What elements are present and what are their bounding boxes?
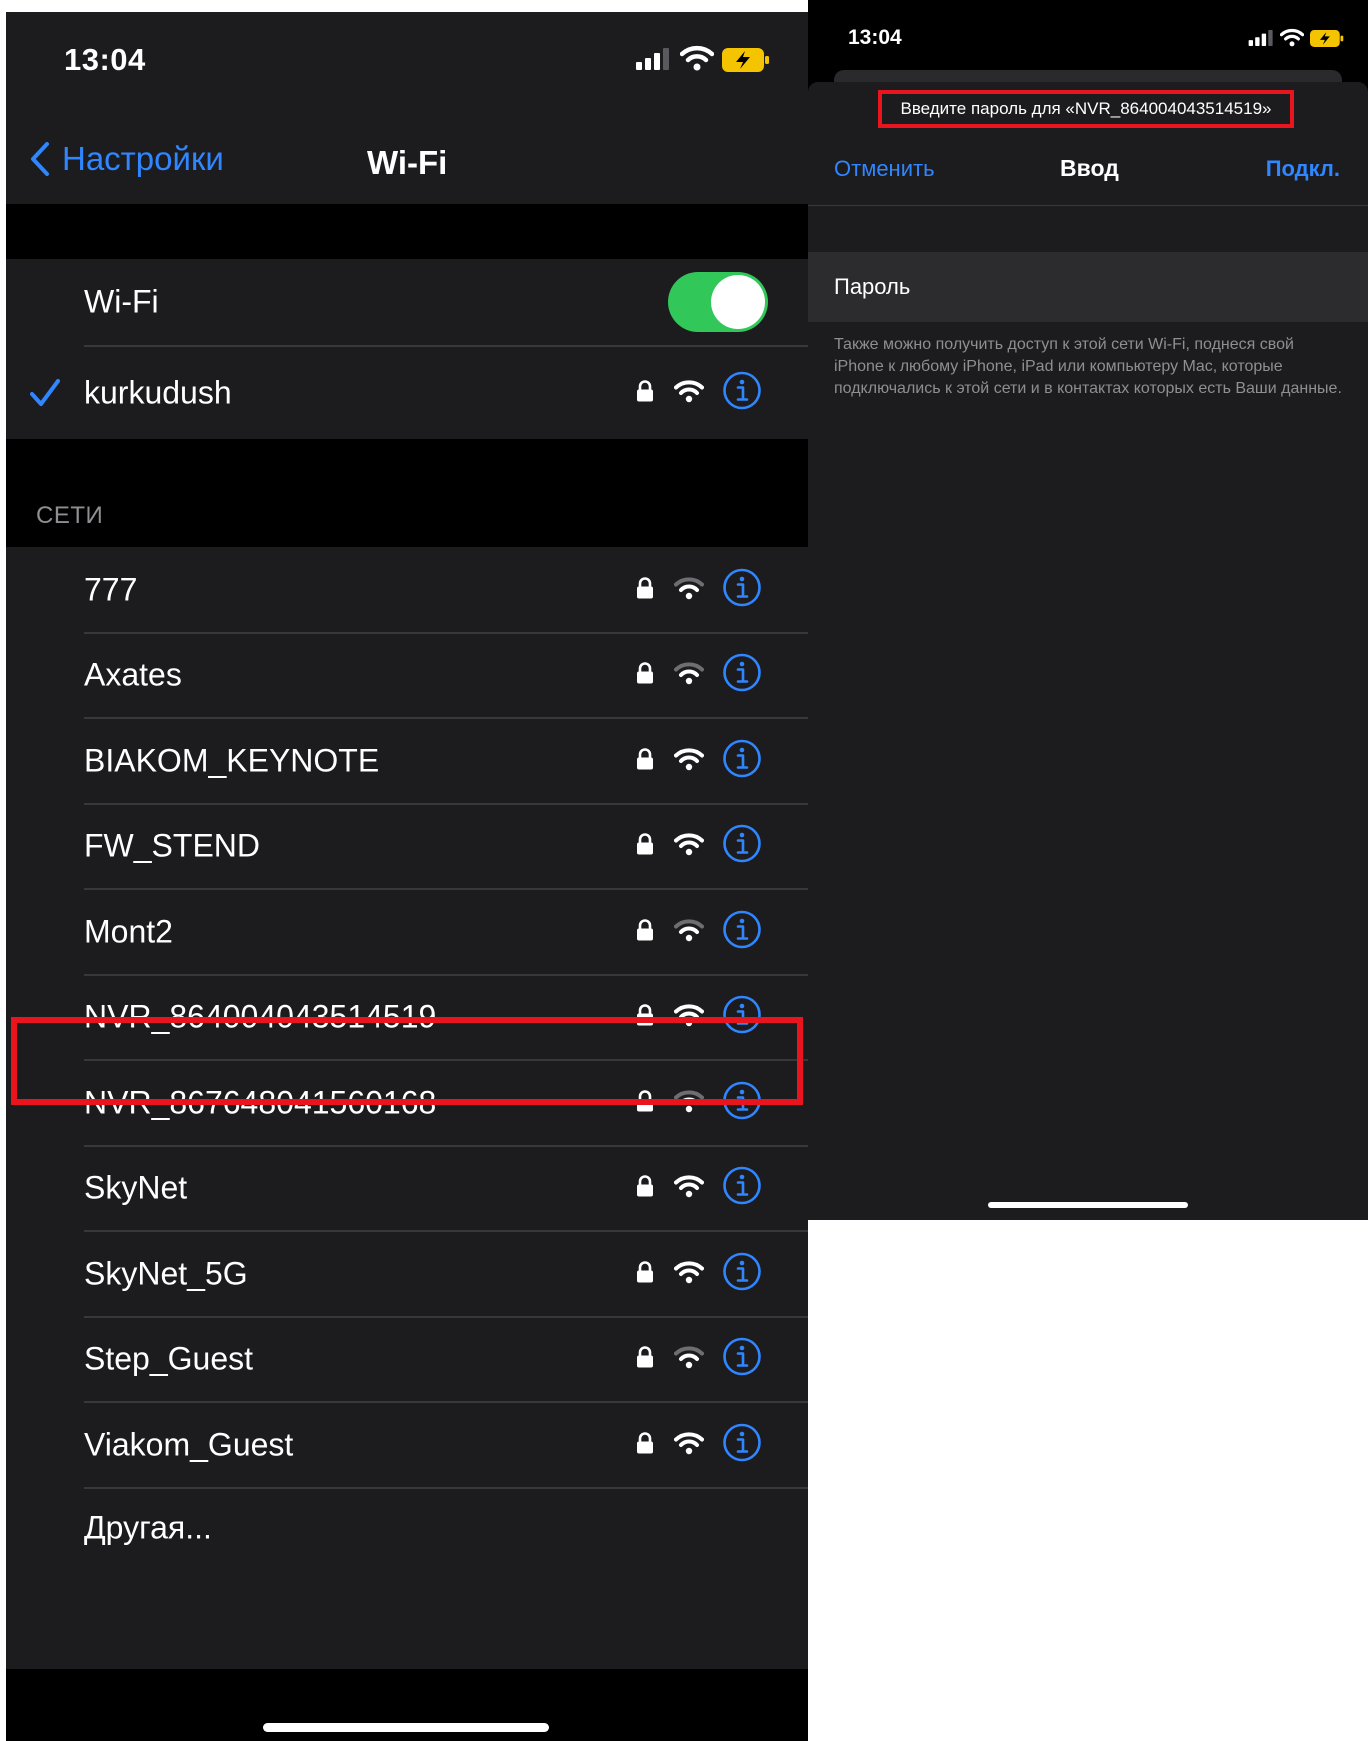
info-icon[interactable] [722,1422,762,1467]
wifi-signal-icon [674,1430,704,1459]
password-row: Пароль [808,252,1368,322]
network-name: Viakom_Guest [84,1426,294,1463]
network-name: Mont2 [84,913,173,950]
network-name: 777 [84,571,138,608]
sheet-title: Ввод [1060,155,1119,181]
info-icon[interactable] [722,653,762,698]
wifi-toggle-row: Wi-Fi [6,259,808,345]
status-time: 13:04 [64,42,146,77]
network-row[interactable]: Mont2 [6,889,808,975]
lock-icon [636,1004,654,1031]
lock-icon [636,747,654,774]
wifi-status-icon [1279,28,1305,52]
info-icon[interactable] [722,567,762,612]
network-name: NVR_864004043514519 [84,998,437,1035]
share-password-hint: Также можно получить доступ к этой сети … [834,336,1342,397]
other-network-label: Другая... [84,1509,212,1545]
lock-icon [636,380,654,407]
wifi-signal-icon [674,746,704,775]
info-icon[interactable] [722,1337,762,1382]
lock-icon [636,1175,654,1202]
battery-charging-icon [722,48,770,77]
wifi-status-icon [679,45,715,76]
password-entry-screen: 13:04 Введите пароль для «NVR_8640040435… [808,0,1368,1220]
network-row[interactable]: SkyNet [6,1146,808,1232]
lock-icon [636,1346,654,1373]
network-row[interactable]: Axates [6,633,808,719]
home-indicator [988,1202,1188,1208]
info-icon[interactable] [722,1166,762,1211]
toggle-knob [711,275,765,329]
network-name: NVR_867648041560168 [84,1084,437,1121]
lock-icon [636,576,654,603]
lock-icon [636,1260,654,1287]
info-icon[interactable] [722,738,762,783]
wifi-signal-icon [674,1345,704,1374]
info-icon[interactable] [722,371,762,416]
info-icon[interactable] [722,824,762,869]
lock-icon [636,918,654,945]
status-bar: 13:04 [6,12,808,92]
cellular-signal-icon [636,48,670,75]
page-title: Wi-Fi [367,144,448,181]
lock-icon [636,662,654,689]
wifi-signal-icon [674,1003,704,1032]
network-row[interactable]: Viakom_Guest [6,1402,808,1488]
network-row[interactable]: BIAKOM_KEYNOTE [6,718,808,804]
network-name: FW_STEND [84,827,260,864]
wifi-signal-icon [674,661,704,690]
wifi-signal-icon [674,832,704,861]
network-row[interactable]: 777 [6,547,808,633]
navigation-bar: Настройки Wi-Fi [6,92,808,204]
networks-section-header: СЕТИ [36,502,104,529]
wifi-toggle-group: Wi-Fi kurkudush [6,259,808,439]
network-name: Axates [84,656,182,693]
info-icon[interactable] [722,1251,762,1296]
back-button[interactable]: Настройки [30,140,224,178]
wifi-signal-icon [674,379,704,408]
lock-icon [636,1431,654,1458]
network-name: Step_Guest [84,1340,253,1377]
cellular-signal-icon [1248,30,1274,51]
network-name: BIAKOM_KEYNOTE [84,742,380,779]
wifi-signal-icon [674,575,704,604]
checkmark-icon [30,379,60,406]
other-network-row[interactable]: Другая... [6,1488,808,1568]
connected-network-row[interactable]: kurkudush [6,347,808,439]
network-name: SkyNet [84,1169,188,1206]
info-icon[interactable] [722,1080,762,1125]
wifi-signal-icon [674,917,704,946]
wifi-signal-icon [674,1259,704,1288]
home-indicator [263,1723,549,1732]
battery-charging-icon [1310,30,1344,52]
back-button-label: Настройки [62,140,224,177]
lock-icon [636,1089,654,1116]
network-list: 777 Axates BIAKOM_KEYNOTE FW_STEND Mont2 NVR_… [6,547,808,1669]
wifi-signal-icon [674,1174,704,1203]
wifi-settings-screen: 13:04 Настройки Wi-Fi Wi-Fi kurkudush СЕ… [6,12,808,1741]
connected-network-name: kurkudush [84,374,232,411]
wifi-toggle-label: Wi-Fi [84,283,159,320]
network-row[interactable]: Step_Guest [6,1317,808,1403]
wifi-toggle-switch[interactable] [668,272,768,332]
cancel-button[interactable]: Отменить [834,156,935,182]
password-input[interactable] [958,262,1352,314]
network-name: SkyNet_5G [84,1255,248,1292]
password-label: Пароль [834,274,911,299]
divider [808,205,1368,206]
network-row[interactable]: NVR_864004043514519 [6,975,808,1061]
network-row[interactable]: SkyNet_5G [6,1231,808,1317]
join-button[interactable]: Подкл. [1266,156,1340,182]
chevron-left-icon [31,142,49,176]
network-row[interactable]: NVR_867648041560168 [6,1060,808,1146]
lock-icon [636,833,654,860]
status-time: 13:04 [848,26,902,49]
wifi-signal-icon [674,1088,704,1117]
info-icon[interactable] [722,995,762,1040]
password-prompt: Введите пароль для «NVR_864004043514519» [878,90,1294,128]
info-icon[interactable] [722,909,762,954]
network-row[interactable]: FW_STEND [6,804,808,890]
